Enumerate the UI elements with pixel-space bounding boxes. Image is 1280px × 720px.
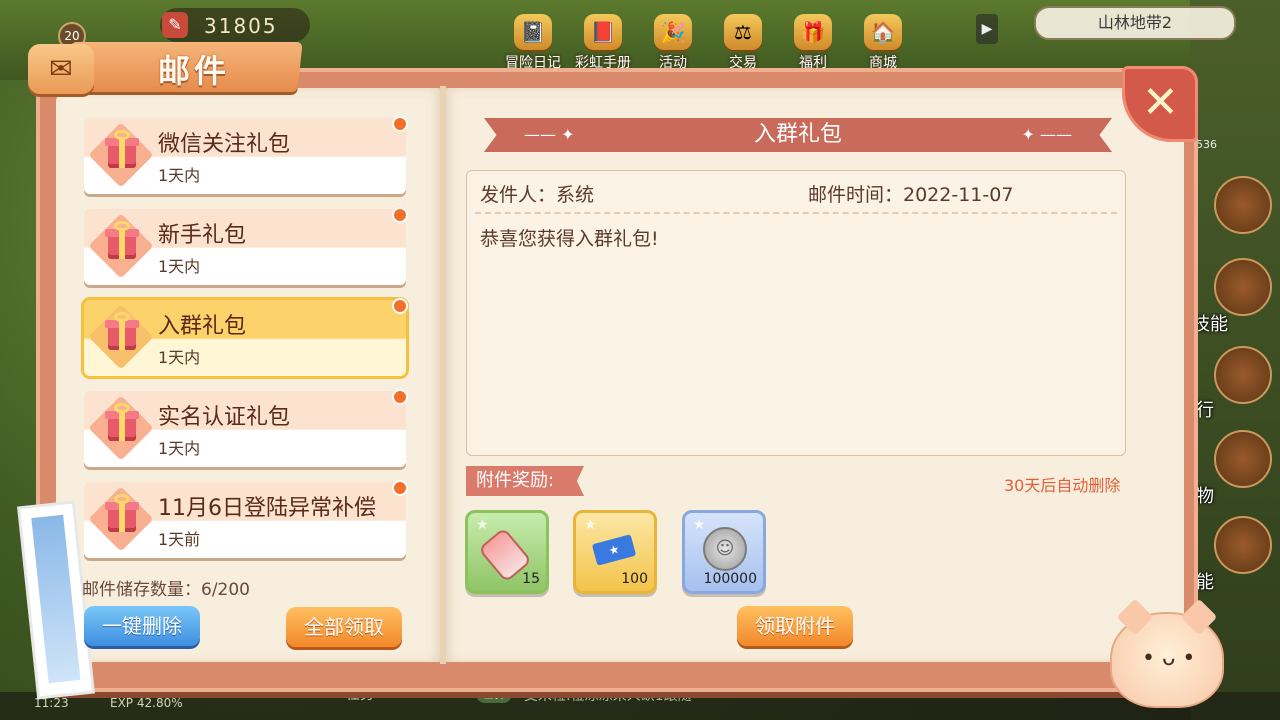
mail-storage-count: 邮件储存数量：6/200 bbox=[82, 580, 250, 600]
mail-item-name: 微信关注礼包 bbox=[158, 132, 291, 157]
side-button-2[interactable] bbox=[1214, 346, 1272, 404]
auto-delete-note: 30天后自动删除 bbox=[1004, 476, 1121, 495]
mail-item-time: 1天前 bbox=[158, 530, 201, 549]
mail-body: 恭喜您获得入群礼包! bbox=[480, 228, 659, 250]
side-button-4[interactable] bbox=[1214, 516, 1272, 574]
silver-coin-icon: ☺ bbox=[703, 527, 747, 571]
side-button-skill[interactable] bbox=[1214, 258, 1272, 316]
mail-item-time: 1天内 bbox=[158, 166, 201, 185]
mail-title: 邮件 bbox=[158, 52, 231, 90]
unread-dot bbox=[392, 480, 408, 496]
side-label-2: 行 bbox=[1196, 400, 1214, 421]
reward-eraser[interactable]: ★ 15 bbox=[465, 510, 549, 594]
status-time: 11:23 bbox=[34, 696, 69, 710]
mail-item-time: 1天内 bbox=[158, 348, 201, 367]
shop-icon: 🏠 bbox=[864, 14, 902, 50]
side-label-4: 能 bbox=[1196, 572, 1214, 593]
coin-counter: ✎ 31805 bbox=[160, 8, 310, 42]
attachments-label: 附件奖励: bbox=[466, 466, 584, 496]
side-label-3: 物 bbox=[1196, 486, 1214, 507]
mail-item-name: 实名认证礼包 bbox=[158, 405, 291, 430]
gift-icon bbox=[88, 213, 154, 279]
side-button-1[interactable] bbox=[1214, 176, 1272, 234]
unread-dot bbox=[392, 389, 408, 405]
claim-attachment-button[interactable]: 领取附件 bbox=[737, 606, 853, 646]
gift-icon bbox=[88, 486, 154, 552]
mail-item-real-name[interactable]: 实名认证礼包 1天内 bbox=[84, 389, 408, 467]
mail-date: 邮件时间：2022-11-07 bbox=[808, 184, 1014, 206]
side-button-3[interactable] bbox=[1214, 430, 1272, 488]
coin-icon: ✎ bbox=[162, 12, 188, 38]
envelope-icon: ✉ bbox=[28, 44, 94, 94]
mail-item-join-group[interactable]: 入群礼包 1天内 bbox=[84, 298, 408, 376]
close-icon: ✕ bbox=[1142, 77, 1179, 128]
reward-quantity: 15 bbox=[522, 571, 540, 587]
collapse-arrow-icon[interactable]: ▶ bbox=[976, 14, 998, 44]
menu-activity[interactable]: 🎉 活动 bbox=[640, 8, 706, 71]
menu-rainbow-handbook[interactable]: 📕 彩虹手册 bbox=[570, 8, 636, 71]
sparkle-icon: ✦ —— bbox=[1021, 125, 1073, 144]
activity-icon: 🎉 bbox=[654, 14, 692, 50]
menu-shop[interactable]: 🏠 商城 bbox=[850, 8, 916, 71]
close-button[interactable]: ✕ bbox=[1122, 66, 1198, 142]
gift-icon bbox=[88, 304, 154, 370]
scale-icon: ⚖ bbox=[724, 14, 762, 50]
menu-adventure-diary[interactable]: 📓 冒险日记 bbox=[500, 8, 566, 71]
mascot-cat[interactable]: • ᴗ • bbox=[1110, 598, 1224, 708]
mail-item-compensation[interactable]: 11月6日登陆异常补偿 1天前 bbox=[84, 480, 408, 558]
book-spine bbox=[440, 86, 446, 664]
handbook-icon: 📕 bbox=[584, 14, 622, 50]
exp-label: EXP 42.80% bbox=[110, 696, 183, 710]
mail-sender: 发件人：系统 bbox=[480, 184, 595, 206]
mail-item-time: 1天内 bbox=[158, 257, 201, 276]
map-name: 山林地带2 bbox=[1034, 6, 1236, 40]
mail-item-time: 1天内 bbox=[158, 439, 201, 458]
coin-amount: 31805 bbox=[204, 14, 278, 38]
gift-icon bbox=[88, 395, 154, 461]
reward-quantity: 100000 bbox=[703, 571, 757, 587]
unread-dot bbox=[392, 116, 408, 132]
delete-all-button[interactable]: 一键删除 bbox=[84, 606, 200, 646]
top-menu: 📓 冒险日记 📕 彩虹手册 🎉 活动 ⚖ 交易 🎁 福利 🏠 商城 bbox=[500, 8, 916, 71]
mail-title-banner: ✉ 邮件 bbox=[28, 38, 303, 96]
unread-dot bbox=[392, 298, 408, 314]
mail-item-name: 11月6日登陆异常补偿 bbox=[158, 496, 376, 521]
mail-item-wechat[interactable]: 微信关注礼包 1天内 bbox=[84, 116, 408, 194]
mail-content-box bbox=[466, 170, 1126, 456]
menu-trade[interactable]: ⚖ 交易 bbox=[710, 8, 776, 71]
mail-detail-title: 入群礼包 bbox=[753, 122, 842, 147]
ticket-icon: ★ bbox=[591, 534, 637, 566]
claim-all-button[interactable]: 全部领取 bbox=[286, 607, 402, 647]
gift-icon bbox=[88, 122, 154, 188]
unread-dot bbox=[392, 207, 408, 223]
reward-silver-coin[interactable]: ★ ☺ 100000 bbox=[682, 510, 766, 594]
mail-item-name: 入群礼包 bbox=[158, 314, 247, 339]
mail-item-name: 新手礼包 bbox=[158, 223, 247, 248]
side-number: 536 bbox=[1196, 138, 1217, 151]
diary-icon: 📓 bbox=[514, 14, 552, 50]
menu-welfare[interactable]: 🎁 福利 bbox=[780, 8, 846, 71]
gift-icon: 🎁 bbox=[794, 14, 832, 50]
mail-detail-header: —— ✦ 入群礼包 ✦ —— bbox=[484, 118, 1112, 152]
mail-item-newbie[interactable]: 新手礼包 1天内 bbox=[84, 207, 408, 285]
reward-quantity: 100 bbox=[621, 571, 648, 587]
reward-ticket[interactable]: ★ ★ 100 bbox=[573, 510, 657, 594]
